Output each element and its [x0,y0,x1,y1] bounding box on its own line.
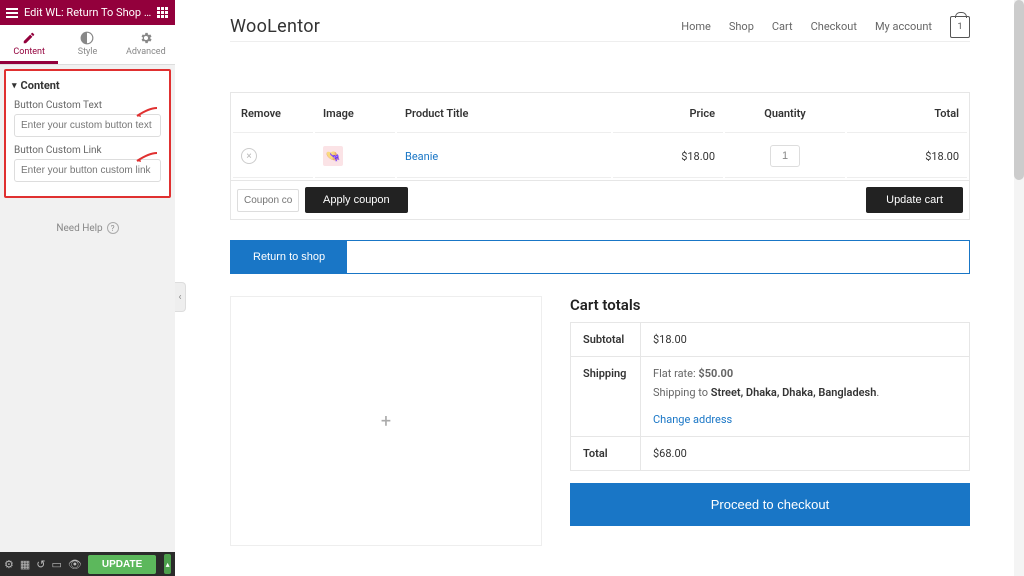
settings-icon[interactable]: ⚙ [4,557,14,571]
pencil-icon [22,31,36,45]
responsive-icon[interactable]: ▭ [52,557,62,571]
cart-actions-row: Apply coupon Update cart [230,181,970,220]
annotation-arrow-icon [135,106,159,118]
help-icon: ? [107,222,119,234]
caret-down-icon: ▾ [12,81,17,91]
contrast-icon [80,31,94,45]
gear-icon [139,31,153,45]
return-to-shop-button[interactable]: Return to shop [231,241,347,273]
cart-bag-icon[interactable]: 1 [950,16,970,38]
scrollbar-track[interactable] [1014,0,1024,576]
add-widget-area[interactable]: + [230,296,542,546]
editor-tabs: Content Style Advanced [0,25,175,65]
update-label: UPDATE [102,559,142,570]
cart-totals: Cart totals Subtotal $18.00 Shipping Fla… [570,296,970,546]
hamburger-icon[interactable] [6,8,18,18]
apps-grid-icon[interactable] [157,7,169,19]
update-cart-button[interactable]: Update cart [866,187,963,213]
tab-content[interactable]: Content [0,25,58,64]
return-to-shop-row: Return to shop [230,240,970,274]
nav-link-home[interactable]: Home [681,20,711,33]
bag-count: 1 [957,22,962,32]
site-header: WooLentor Home Shop Cart Checkout My acc… [230,12,970,42]
table-row: × 👒 Beanie $18.00 $18.00 [233,135,967,178]
sidebar-header: Edit WL: Return To Shop Button [0,0,175,25]
panel-toggle[interactable]: ▾ Content [8,73,167,98]
tab-label: Style [78,47,98,57]
proceed-checkout-button[interactable]: Proceed to checkout [570,483,970,526]
plus-icon: + [381,411,391,432]
sidebar-footer: ⚙ ▦ ↺ ▭ 👁 UPDATE ▴ [0,552,175,576]
field-button-link: Button Custom Link [8,143,167,188]
qty-input[interactable] [770,145,800,167]
col-remove: Remove [233,95,313,133]
canvas-preview: WooLentor Home Shop Cart Checkout My acc… [186,0,1014,576]
col-price: Price [613,95,723,133]
tab-advanced[interactable]: Advanced [117,25,175,64]
tab-label: Advanced [126,47,166,57]
col-title: Product Title [397,95,611,133]
field-button-text: Button Custom Text [8,98,167,143]
col-total: Total [847,95,967,133]
shipping-to-line: Shipping to Street, Dhaka, Dhaka, Bangla… [653,386,957,399]
need-help-link[interactable]: Need Help ? [0,222,175,234]
history-icon[interactable]: ↺ [36,557,45,571]
row-price: $18.00 [613,135,723,178]
change-address-link[interactable]: Change address [653,413,957,426]
total-label: Total [571,437,641,471]
shipping-label: Shipping [571,357,641,437]
scrollbar-thumb[interactable] [1014,0,1024,180]
row-total: $18.00 [847,135,967,178]
col-qty: Quantity [725,95,845,133]
panel-title: Content [21,79,60,92]
remove-item-button[interactable]: × [241,148,257,164]
tab-style[interactable]: Style [58,25,116,64]
sidebar-collapse-handle[interactable]: ‹ [175,282,186,312]
product-thumb: 👒 [323,146,343,166]
cart-table: Remove Image Product Title Price Quantit… [230,92,970,181]
nav-link-shop[interactable]: Shop [729,20,754,33]
apply-coupon-button[interactable]: Apply coupon [305,187,408,213]
navigator-icon[interactable]: ▦ [20,557,30,571]
totals-heading: Cart totals [570,296,970,314]
main-nav: Home Shop Cart Checkout My account [681,20,932,33]
total-value: $68.00 [641,437,970,471]
nav-link-account[interactable]: My account [875,20,932,33]
subtotal-value: $18.00 [641,323,970,357]
widget-title: Edit WL: Return To Shop Button [24,6,157,19]
product-title-link[interactable]: Beanie [405,150,438,163]
tab-label: Content [13,47,45,57]
content-panel: ▾ Content Button Custom Text Button Custo… [4,69,171,198]
editor-sidebar: Edit WL: Return To Shop Button Content S… [0,0,175,576]
update-button[interactable]: UPDATE [88,555,156,574]
coupon-input[interactable] [237,189,299,212]
update-options-caret[interactable]: ▴ [164,554,171,574]
preview-icon[interactable]: 👁 [68,557,82,571]
need-help-label: Need Help [56,223,102,234]
site-brand: WooLentor [230,16,320,37]
flat-rate-line: Flat rate: $50.00 [653,367,957,380]
annotation-arrow-icon [135,151,159,163]
nav-link-checkout[interactable]: Checkout [811,20,857,33]
nav-link-cart[interactable]: Cart [772,20,793,33]
subtotal-label: Subtotal [571,323,641,357]
col-image: Image [315,95,395,133]
